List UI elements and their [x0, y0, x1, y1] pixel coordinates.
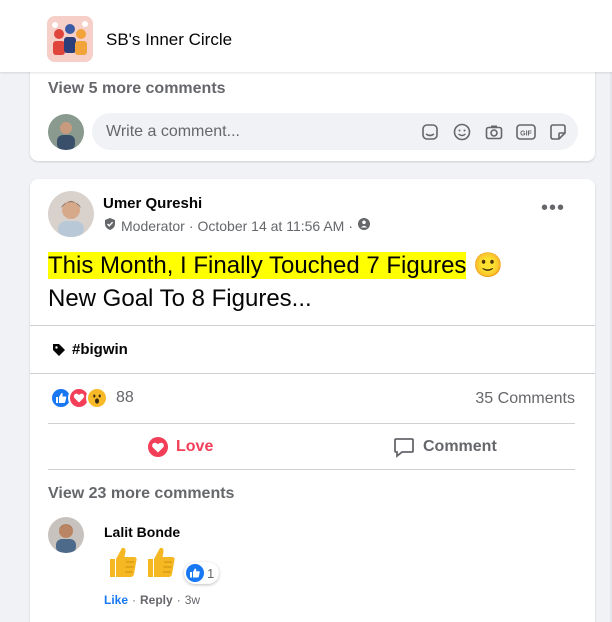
post-author-name[interactable]: Umer Qureshi	[103, 195, 202, 212]
comment-button-label: Comment	[423, 438, 497, 455]
like-reaction-icon	[186, 564, 204, 582]
gif-icon[interactable]: GIF	[516, 122, 536, 142]
meta-separator: ·	[188, 217, 194, 234]
smile-emoji: 🙂	[473, 252, 503, 279]
love-icon	[148, 437, 168, 457]
divider	[48, 423, 575, 424]
meta-separator: ·	[348, 217, 353, 234]
comment-reply-button[interactable]: Reply	[140, 593, 173, 607]
post-role: Moderator	[121, 217, 185, 234]
comment-input-placeholder: Write a comment...	[106, 123, 240, 140]
group-header: SB's Inner Circle	[0, 0, 612, 72]
composer-icons: GIF	[420, 122, 568, 142]
reaction-count: 88	[116, 389, 134, 406]
post-text-line2: New Goal To 8 Figures...	[48, 285, 312, 312]
comment-input[interactable]: Write a comment... GIF	[92, 113, 578, 150]
group-avatar[interactable]	[47, 16, 93, 62]
comment-thumbs-emoji	[106, 545, 176, 579]
post-text: This Month, I Finally Touched 7 Figures …	[48, 249, 568, 315]
comment-like-button[interactable]: Like	[104, 593, 128, 607]
comment-author-name[interactable]: Lalit Bonde	[104, 524, 180, 540]
post-options-button[interactable]: •••	[541, 198, 565, 218]
post-card: Umer Qureshi Moderator · October 14 at 1…	[30, 179, 595, 622]
view-more-comments-link[interactable]: View 23 more comments	[48, 485, 234, 503]
group-privacy-icon	[357, 217, 371, 234]
moderator-badge-icon	[103, 217, 117, 234]
post-meta: Moderator · October 14 at 11:56 AM ·	[103, 217, 371, 234]
comments-count-link[interactable]: 35 Comments	[475, 390, 575, 408]
post-text-line1: This Month, I Finally Touched 7 Figures	[48, 252, 467, 279]
gif-icon-label: GIF	[520, 131, 532, 138]
reaction-summary[interactable]: 88	[50, 387, 134, 409]
previous-post-card: View 5 more comments Write a comment... …	[30, 60, 595, 161]
view-more-comments-link[interactable]: View 5 more comments	[48, 80, 226, 98]
post-timestamp[interactable]: October 14 at 11:56 AM	[197, 218, 344, 234]
divider	[30, 373, 595, 374]
commenter-avatar[interactable]	[48, 517, 84, 553]
emoji-icon[interactable]	[452, 122, 472, 142]
tag-icon	[53, 343, 65, 356]
thumbs-up-icon	[148, 547, 175, 577]
thumbs-up-icon	[110, 547, 137, 577]
love-button[interactable]: Love	[148, 435, 213, 459]
love-button-label: Love	[176, 438, 214, 455]
divider	[48, 469, 575, 470]
divider	[30, 325, 595, 326]
post-topic-tag[interactable]: #bigwin	[52, 341, 128, 358]
author-avatar[interactable]	[48, 191, 94, 237]
tag-label: #bigwin	[72, 341, 128, 358]
sticker-icon[interactable]	[548, 122, 568, 142]
comment-actions: Like · Reply · 3w	[104, 593, 200, 607]
comment-actions-separator: ·	[176, 593, 181, 607]
current-user-avatar[interactable]	[48, 114, 84, 150]
avatar-sticker-icon[interactable]	[420, 122, 440, 142]
group-name[interactable]: SB's Inner Circle	[106, 30, 232, 50]
wow-reaction-icon	[86, 387, 108, 409]
comment-button[interactable]: Comment	[393, 435, 497, 459]
comment-icon	[394, 438, 414, 458]
camera-icon[interactable]	[484, 122, 504, 142]
comment-timestamp[interactable]: 3w	[185, 593, 200, 607]
comment-reaction-badge[interactable]: 1	[184, 562, 220, 584]
comment-reaction-count: 1	[207, 565, 215, 581]
comment-actions-separator: ·	[132, 593, 137, 607]
